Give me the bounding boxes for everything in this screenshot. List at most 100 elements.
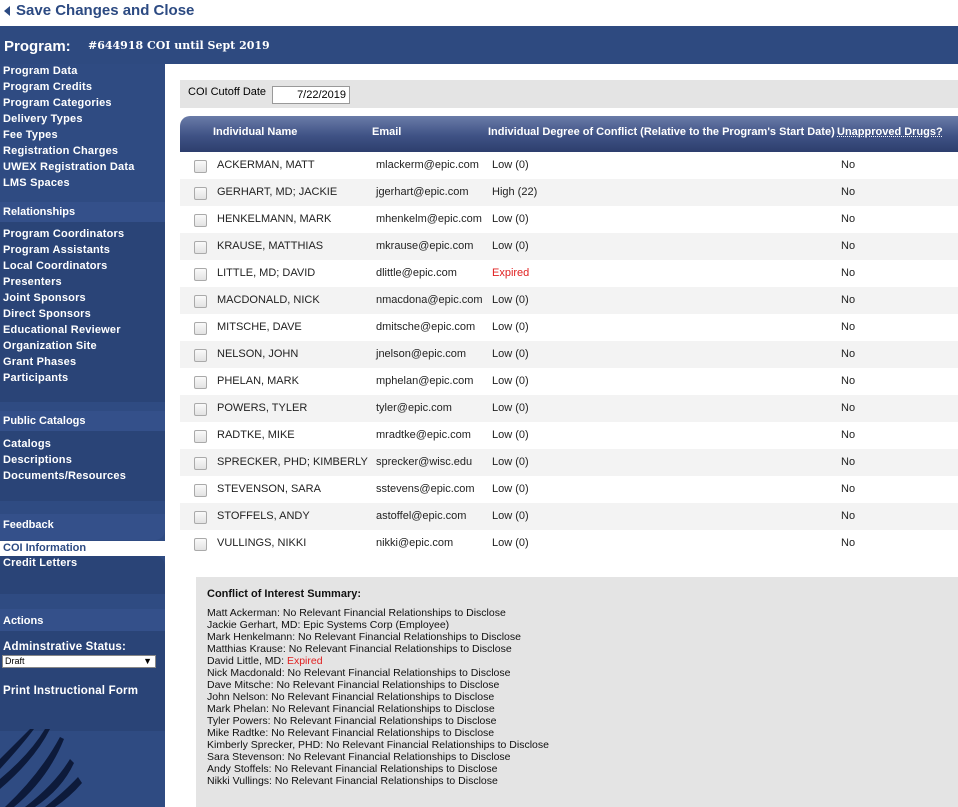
summary-line: John Nelson: No Relevant Financial Relat…: [207, 691, 549, 703]
sidebar-heading-public-catalogs: Public Catalogs: [0, 411, 165, 431]
row-checkbox[interactable]: [194, 511, 207, 524]
sidebar-heading-feedback[interactable]: Feedback: [0, 514, 165, 540]
summary-line: Mark Henkelmann: No Relevant Financial R…: [207, 631, 549, 643]
row-checkbox[interactable]: [194, 538, 207, 551]
row-checkbox[interactable]: [194, 214, 207, 227]
row-checkbox[interactable]: [194, 376, 207, 389]
sidebar-item-lms-spaces[interactable]: LMS Spaces: [3, 177, 70, 189]
sidebar-item-coi-information[interactable]: COI Information: [0, 541, 165, 556]
unapproved-drugs-value: No: [841, 294, 856, 306]
unapproved-drugs-value: No: [841, 483, 856, 495]
summary-person: Mike Radtke:: [207, 727, 269, 739]
individual-name: LITTLE, MD; DAVID: [217, 267, 316, 279]
row-checkbox[interactable]: [194, 322, 207, 335]
sidebar-item-joint-sponsors[interactable]: Joint Sponsors: [3, 292, 86, 304]
sidebar-item-program-credits[interactable]: Program Credits: [3, 81, 92, 93]
column-header-name: Individual Name: [213, 126, 298, 138]
summary-line: Tyler Powers: No Relevant Financial Rela…: [207, 715, 549, 727]
coi-cutoff-bar: COI Cutoff Date: [180, 80, 958, 108]
degree-of-conflict: Low (0): [492, 483, 529, 495]
individual-email: mradtke@epic.com: [376, 429, 471, 441]
sidebar-item-uwex-registration-data[interactable]: UWEX Registration Data: [3, 161, 135, 173]
row-checkbox[interactable]: [194, 160, 207, 173]
individual-email: dmitsche@epic.com: [376, 321, 476, 333]
individual-name: SPRECKER, PHD; KIMBERLY: [217, 456, 368, 468]
row-checkbox[interactable]: [194, 403, 207, 416]
summary-line: Sara Stevenson: No Relevant Financial Re…: [207, 751, 549, 763]
column-header-unapproved-drugs[interactable]: Unapproved Drugs?: [837, 126, 943, 138]
individual-name: VULLINGS, NIKKI: [217, 537, 307, 549]
summary-person: Matt Ackerman:: [207, 607, 280, 619]
summary-person: Kimberly Sprecker, PHD:: [207, 739, 324, 751]
row-checkbox[interactable]: [194, 430, 207, 443]
table-row: ACKERMAN, MATT mlackerm@epic.com Low (0) No: [180, 152, 958, 179]
sidebar-item-local-coordinators[interactable]: Local Coordinators: [3, 260, 107, 272]
sidebar-item-documents-resources[interactable]: Documents/Resources: [3, 470, 126, 482]
degree-of-conflict: Low (0): [492, 321, 529, 333]
coi-cutoff-date-input[interactable]: [272, 86, 350, 104]
summary-person: Nikki Vullings:: [207, 775, 272, 787]
row-checkbox[interactable]: [194, 349, 207, 362]
sidebar-item-delivery-types[interactable]: Delivery Types: [3, 113, 83, 125]
sidebar-item-credit-letters[interactable]: Credit Letters: [3, 557, 77, 569]
summary-line: Jackie Gerhart, MD: Epic Systems Corp (E…: [207, 619, 549, 631]
individual-name: GERHART, MD; JACKIE: [217, 186, 338, 198]
save-and-close-link[interactable]: Save Changes and Close: [4, 2, 194, 19]
sidebar-item-label: COI Information: [3, 542, 87, 554]
summary-person: Tyler Powers:: [207, 715, 271, 727]
print-instructional-form-link[interactable]: Print Instructional Form: [3, 685, 138, 697]
sidebar-item-catalogs[interactable]: Catalogs: [3, 438, 51, 450]
sidebar-item-participants[interactable]: Participants: [3, 372, 68, 384]
row-checkbox[interactable]: [194, 484, 207, 497]
summary-person: Mark Henkelmann:: [207, 631, 296, 643]
sidebar-item-descriptions[interactable]: Descriptions: [3, 454, 72, 466]
sidebar-item-educational-reviewer[interactable]: Educational Reviewer: [3, 324, 121, 336]
sidebar-item-presenters[interactable]: Presenters: [3, 276, 62, 288]
sidebar-item-program-data[interactable]: Program Data: [3, 65, 78, 77]
individual-email: dlittle@epic.com: [376, 267, 457, 279]
summary-line: Andy Stoffels: No Relevant Financial Rel…: [207, 763, 549, 775]
summary-line: Matthias Krause: No Relevant Financial R…: [207, 643, 549, 655]
sidebar-heading-relationships: Relationships: [0, 202, 165, 222]
row-checkbox[interactable]: [194, 268, 207, 281]
table-row: POWERS, TYLER tyler@epic.com Low (0) No: [180, 395, 958, 422]
sidebar-item-direct-sponsors[interactable]: Direct Sponsors: [3, 308, 91, 320]
unapproved-drugs-value: No: [841, 537, 856, 549]
individual-email: mlackerm@epic.com: [376, 159, 479, 171]
unapproved-drugs-value: No: [841, 456, 856, 468]
row-checkbox[interactable]: [194, 241, 207, 254]
summary-disclosure: No Relevant Financial Relationships to D…: [274, 775, 498, 787]
individual-email: jgerhart@epic.com: [376, 186, 469, 198]
individual-email: sprecker@wisc.edu: [376, 456, 473, 468]
table-row: VULLINGS, NIKKI nikki@epic.com Low (0) No: [180, 530, 958, 557]
row-checkbox[interactable]: [194, 187, 207, 200]
sidebar-item-organization-site[interactable]: Organization Site: [3, 340, 97, 352]
degree-of-conflict: Low (0): [492, 213, 529, 225]
individual-email: jnelson@epic.com: [376, 348, 467, 360]
table-row: NELSON, JOHN jnelson@epic.com Low (0) No: [180, 341, 958, 368]
admin-status-value: Draft: [5, 656, 25, 666]
degree-of-conflict: Low (0): [492, 375, 529, 387]
summary-disclosure: No Relevant Financial Relationships to D…: [287, 667, 511, 679]
summary-line: Nick Macdonald: No Relevant Financial Re…: [207, 667, 549, 679]
admin-status-select[interactable]: Draft ▼: [2, 655, 156, 668]
individual-email: astoffel@epic.com: [376, 510, 467, 522]
sidebar-item-program-coordinators[interactable]: Program Coordinators: [3, 228, 124, 240]
table-row: PHELAN, MARK mphelan@epic.com Low (0) No: [180, 368, 958, 395]
individual-name: STOFFELS, ANDY: [217, 510, 310, 522]
sidebar-item-fee-types[interactable]: Fee Types: [3, 129, 58, 141]
row-checkbox[interactable]: [194, 295, 207, 308]
unapproved-drugs-value: No: [841, 375, 856, 387]
main-content: COI Cutoff Date Individual Name Email In…: [166, 64, 958, 807]
summary-line: Matt Ackerman: No Relevant Financial Rel…: [207, 607, 549, 619]
sidebar-item-registration-charges[interactable]: Registration Charges: [3, 145, 118, 157]
sidebar-item-grant-phases[interactable]: Grant Phases: [3, 356, 76, 368]
summary-disclosure: No Relevant Financial Relationships to D…: [326, 739, 549, 751]
sidebar-item-program-assistants[interactable]: Program Assistants: [3, 244, 110, 256]
back-triangle-icon: [4, 5, 10, 16]
summary-line: Kimberly Sprecker, PHD: No Relevant Fina…: [207, 739, 549, 751]
sidebar-item-program-categories[interactable]: Program Categories: [3, 97, 112, 109]
row-checkbox[interactable]: [194, 457, 207, 470]
unapproved-drugs-value: No: [841, 429, 856, 441]
table-row: STOFFELS, ANDY astoffel@epic.com Low (0) No: [180, 503, 958, 530]
